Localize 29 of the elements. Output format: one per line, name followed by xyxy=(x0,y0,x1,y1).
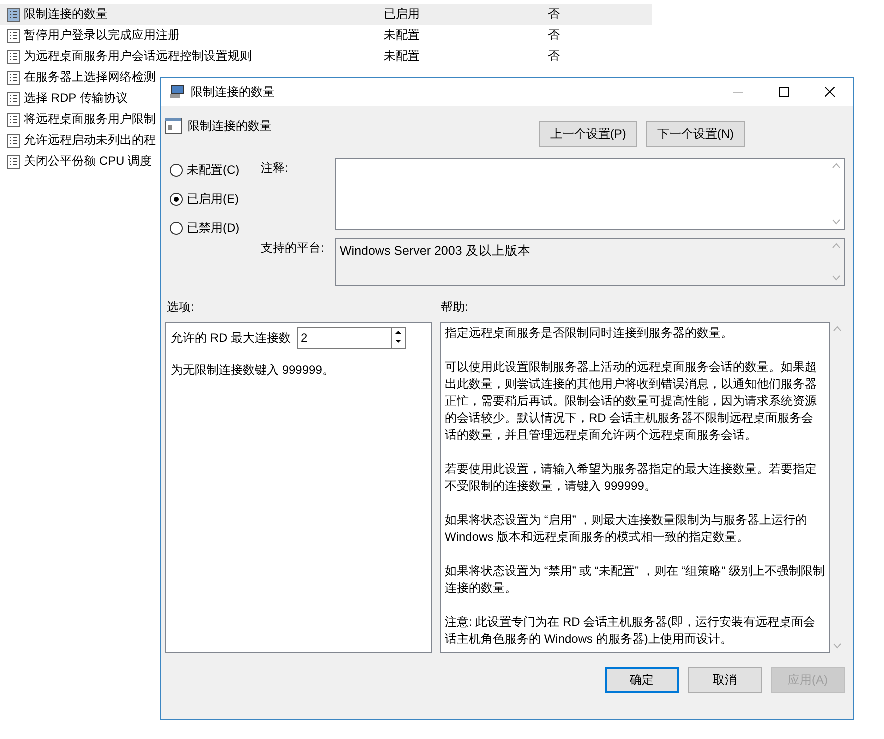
policy-name: 将远程桌面服务用户限制 xyxy=(24,111,156,128)
option-hint: 为无限制连接数键入 999999。 xyxy=(171,362,336,379)
help-paragraph: 如果将状态设置为 “禁用” 或 “未配置” ，则在 “组策略” 级别上不强制限制连接的数量。 xyxy=(445,563,825,597)
policy-name: 暂停用户登录以完成应用注册 xyxy=(24,27,180,44)
policy-state: 未配置 xyxy=(384,28,420,42)
policy-name: 在服务器上选择网络检测 xyxy=(24,69,156,86)
max-connections-label: 允许的 RD 最大连接数 xyxy=(171,330,291,346)
setting-title: 限制连接的数量 xyxy=(188,118,272,135)
policy-name: 允许远程启动未列出的程 xyxy=(24,132,156,149)
policy-state: 未配置 xyxy=(384,49,420,63)
policy-name: 关闭公平份额 CPU 调度 xyxy=(24,153,152,170)
policy-comment: 否 xyxy=(548,28,560,42)
window-title: 限制连接的数量 xyxy=(191,84,275,100)
platform-text: Windows Server 2003 及以上版本 xyxy=(340,244,531,258)
policy-name: 为远程桌面服务用户会话远程控制设置规则 xyxy=(24,48,252,65)
platform-label: 支持的平台: xyxy=(261,240,326,257)
policy-name: 限制连接的数量 xyxy=(24,6,108,23)
help-paragraph: 注意: 此设置专门为在 RD 会话主机服务器(即，运行安装有远程桌面会话主机角色服务的 Windows 的服务器)上使用而设计。 xyxy=(445,614,817,648)
policy-state: 已启用 xyxy=(384,7,420,21)
help-paragraph: 若要使用此设置，请输入希望为服务器指定的最大连接数量。若要指定不受限制的连接数量，请键入 999999。 xyxy=(445,461,818,495)
comment-label: 注释: xyxy=(261,160,290,177)
help-paragraph: 指定远程桌面服务是否限制同时连接到服务器的数量。 xyxy=(445,325,734,342)
policy-name: 选择 RDP 传输协议 xyxy=(24,90,128,107)
policy-comment: 否 xyxy=(548,7,560,21)
help-paragraph: 如果将状态设置为 “启用” ，则最大连接数量限制为与服务器上运行的 Windows 版本和远程桌面服务的模式相一致的指定数量。 xyxy=(445,512,809,546)
policy-comment: 否 xyxy=(548,49,560,63)
help-label: 帮助: xyxy=(441,299,470,316)
options-label: 选项: xyxy=(167,299,196,316)
help-paragraph: 可以使用此设置限制服务器上活动的远程桌面服务会话的数量。如果超出此数量，则尝试连接的其他用户将收到错误消息，以通知他们服务器正忙，需要稍后再试。限制会话的数量可提高性能，因为请求系统资源的会话较少。默认情况下，RD 会话主机服务器不限制远程桌面服务会话的数量，并且管理远程桌面允许两个远程桌面服务会话。 xyxy=(445,359,818,444)
